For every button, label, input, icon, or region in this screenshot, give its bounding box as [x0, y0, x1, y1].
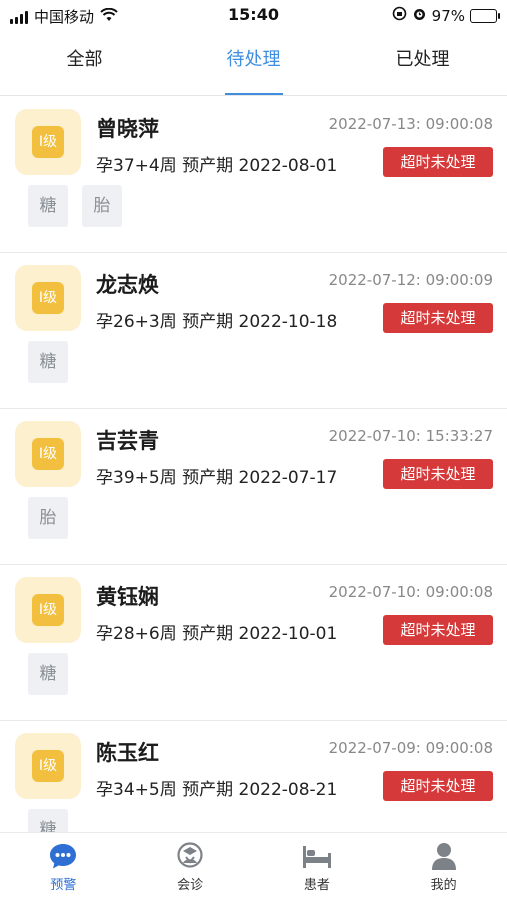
list-item[interactable]: I级 陈玉红 2022-07-09: 09:00:08 孕34+5周 预产期 2… [0, 721, 507, 832]
level-badge: I级 [15, 109, 81, 175]
alert-time: 2022-07-10: 15:33:27 [328, 427, 493, 445]
bed-icon [302, 846, 331, 868]
filter-tabs: 全部 待处理 已处理 [0, 30, 507, 96]
alarm-icon [412, 6, 427, 25]
status-bar: 中国移动 15:40 97% [0, 0, 507, 30]
alert-list[interactable]: I级 曾晓萍 2022-07-13: 09:00:08 孕37+4周 预产期 2… [0, 97, 507, 832]
level-label: I级 [32, 438, 64, 470]
pregnancy-info: 孕26+3周 预产期 2022-10-18 [96, 312, 338, 332]
person-icon [431, 843, 456, 870]
tag-group: 糖 [28, 809, 68, 832]
level-badge: I级 [15, 421, 81, 487]
tag-group: 胎 [28, 497, 68, 539]
patient-name: 黄钰娴 [96, 585, 159, 609]
tag: 胎 [28, 497, 68, 539]
tab-processed[interactable]: 已处理 [338, 30, 507, 95]
level-label: I级 [32, 594, 64, 626]
pregnancy-info: 孕37+4周 预产期 2022-08-01 [96, 156, 338, 176]
tag: 糖 [28, 653, 68, 695]
level-label: I级 [32, 750, 64, 782]
level-badge: I级 [15, 265, 81, 331]
doctor-icon [177, 842, 203, 868]
nav-label: 我的 [430, 878, 457, 893]
list-item[interactable]: I级 曾晓萍 2022-07-13: 09:00:08 孕37+4周 预产期 2… [0, 97, 507, 253]
nav-label: 患者 [303, 878, 330, 893]
nav-patients[interactable]: 患者 [254, 833, 381, 900]
nav-label: 预警 [50, 878, 77, 893]
tag-group: 糖 [28, 653, 68, 695]
status-badge: 超时未处理 [383, 615, 493, 645]
tag: 胎 [82, 185, 122, 227]
nav-consultation[interactable]: 会诊 [127, 833, 254, 900]
bottom-nav: 预警 会诊 患者 我的 [0, 832, 507, 900]
tag: 糖 [28, 341, 68, 383]
tag-group: 糖 胎 [28, 185, 122, 227]
status-badge: 超时未处理 [383, 303, 493, 333]
pregnancy-info: 孕28+6周 预产期 2022-10-01 [96, 624, 338, 644]
lock-rotation-icon [392, 6, 407, 25]
level-label: I级 [32, 282, 64, 314]
alert-time: 2022-07-13: 09:00:08 [328, 115, 493, 133]
patient-name: 陈玉红 [96, 741, 159, 765]
status-right: 97% [392, 6, 500, 25]
nav-profile[interactable]: 我的 [380, 833, 507, 900]
tag: 糖 [28, 185, 68, 227]
patient-name: 龙志焕 [96, 273, 159, 297]
pregnancy-info: 孕39+5周 预产期 2022-07-17 [96, 468, 338, 488]
patient-name: 曾晓萍 [96, 117, 159, 141]
list-item[interactable]: I级 吉芸青 2022-07-10: 15:33:27 孕39+5周 预产期 2… [0, 409, 507, 565]
patient-name: 吉芸青 [96, 429, 159, 453]
status-badge: 超时未处理 [383, 147, 493, 177]
tag: 糖 [28, 809, 68, 832]
chat-bubble-icon [50, 844, 77, 869]
pregnancy-info: 孕34+5周 预产期 2022-08-21 [96, 780, 338, 800]
tag-group: 糖 [28, 341, 68, 383]
nav-alerts[interactable]: 预警 [0, 833, 127, 900]
alert-time: 2022-07-12: 09:00:09 [328, 271, 493, 289]
nav-label: 会诊 [177, 878, 204, 893]
list-item[interactable]: I级 龙志焕 2022-07-12: 09:00:09 孕26+3周 预产期 2… [0, 253, 507, 409]
list-item[interactable]: I级 黄钰娴 2022-07-10: 09:00:08 孕28+6周 预产期 2… [0, 565, 507, 721]
level-badge: I级 [15, 577, 81, 643]
status-badge: 超时未处理 [383, 459, 493, 489]
battery-icon [470, 8, 500, 23]
status-badge: 超时未处理 [383, 771, 493, 801]
alert-time: 2022-07-09: 09:00:08 [328, 739, 493, 757]
level-badge: I级 [15, 733, 81, 799]
tab-pending[interactable]: 待处理 [169, 30, 338, 95]
alert-time: 2022-07-10: 09:00:08 [328, 583, 493, 601]
level-label: I级 [32, 126, 64, 158]
battery-percent: 97% [431, 6, 465, 25]
tab-all[interactable]: 全部 [0, 30, 169, 95]
